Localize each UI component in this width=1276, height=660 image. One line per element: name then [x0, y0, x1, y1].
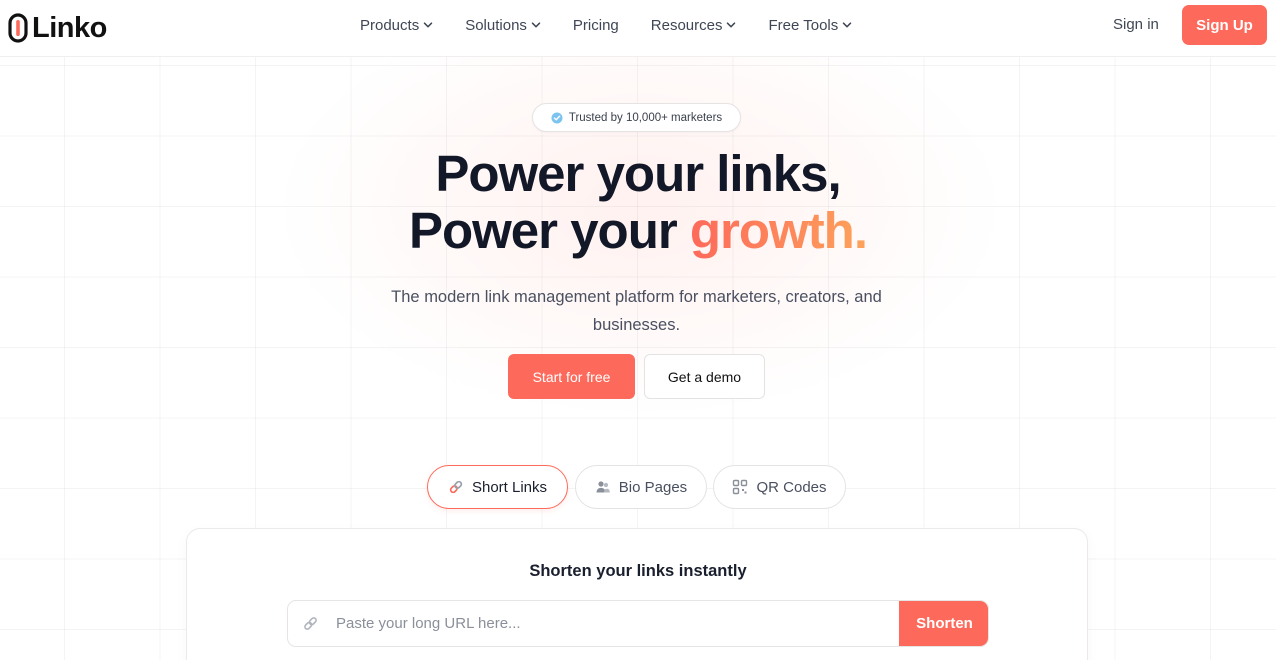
tab-bio-pages[interactable]: Bio Pages	[575, 465, 707, 509]
chevron-down-icon	[423, 22, 433, 28]
nav-pricing-label: Pricing	[572, 16, 619, 34]
get-demo-button[interactable]: Get a demo	[644, 354, 765, 399]
qr-code-icon	[733, 479, 748, 495]
tab-qr-codes-label: QR Codes	[756, 478, 827, 496]
brand-name: Linko	[32, 12, 107, 44]
long-url-input[interactable]	[336, 601, 896, 646]
linko-logo-icon	[8, 13, 28, 43]
trusted-badge-text: Trusted by 10,000+ marketers	[568, 111, 723, 124]
nav-free-tools[interactable]: Free Tools	[768, 17, 852, 34]
tab-short-links[interactable]: Short Links	[427, 465, 568, 509]
site-header: Linko Products Solutions Pricing Resourc…	[0, 0, 1276, 57]
link-icon	[304, 617, 317, 630]
brand-logo[interactable]: Linko	[8, 10, 107, 46]
link-shortener-card: Shorten your links instantly Shorten	[186, 528, 1088, 660]
tab-bio-pages-label: Bio Pages	[618, 478, 688, 496]
url-input-group: Shorten	[287, 600, 989, 647]
sign-in-link[interactable]: Sign in	[1113, 16, 1159, 33]
chevron-down-icon	[727, 22, 736, 28]
nav-free-tools-label: Free Tools	[768, 16, 839, 34]
nav-products-label: Products	[360, 16, 420, 34]
trusted-badge: Trusted by 10,000+ marketers	[532, 103, 741, 132]
chevron-down-icon	[531, 22, 541, 28]
verified-check-icon	[551, 112, 563, 123]
tab-short-links-label: Short Links	[471, 478, 548, 496]
shorten-button[interactable]: Shorten	[899, 601, 988, 646]
hero-title-line1: Power your links,	[435, 145, 841, 202]
main-nav: Products Solutions Pricing Resources Fre…	[360, 0, 884, 50]
shortener-title: Shorten your links instantly	[529, 562, 747, 580]
hero-title-highlight: growth.	[689, 202, 868, 259]
hero-subtitle: The modern link management platform for …	[391, 288, 882, 334]
chevron-down-icon	[843, 22, 852, 28]
link-icon	[449, 480, 463, 494]
nav-solutions[interactable]: Solutions	[465, 17, 541, 34]
start-for-free-button[interactable]: Start for free	[508, 354, 635, 399]
nav-resources[interactable]: Resources	[651, 17, 737, 34]
tab-qr-codes[interactable]: QR Codes	[713, 465, 846, 509]
nav-pricing[interactable]: Pricing	[573, 17, 619, 34]
users-icon	[596, 481, 610, 493]
hero-title-line2-prefix: Power your	[408, 202, 690, 259]
hero-title-line2: Power your growth.	[0, 202, 1276, 260]
nav-resources-label: Resources	[650, 16, 723, 34]
nav-products[interactable]: Products	[360, 17, 433, 34]
nav-solutions-label: Solutions	[465, 16, 527, 34]
sign-up-button[interactable]: Sign Up	[1182, 5, 1267, 45]
